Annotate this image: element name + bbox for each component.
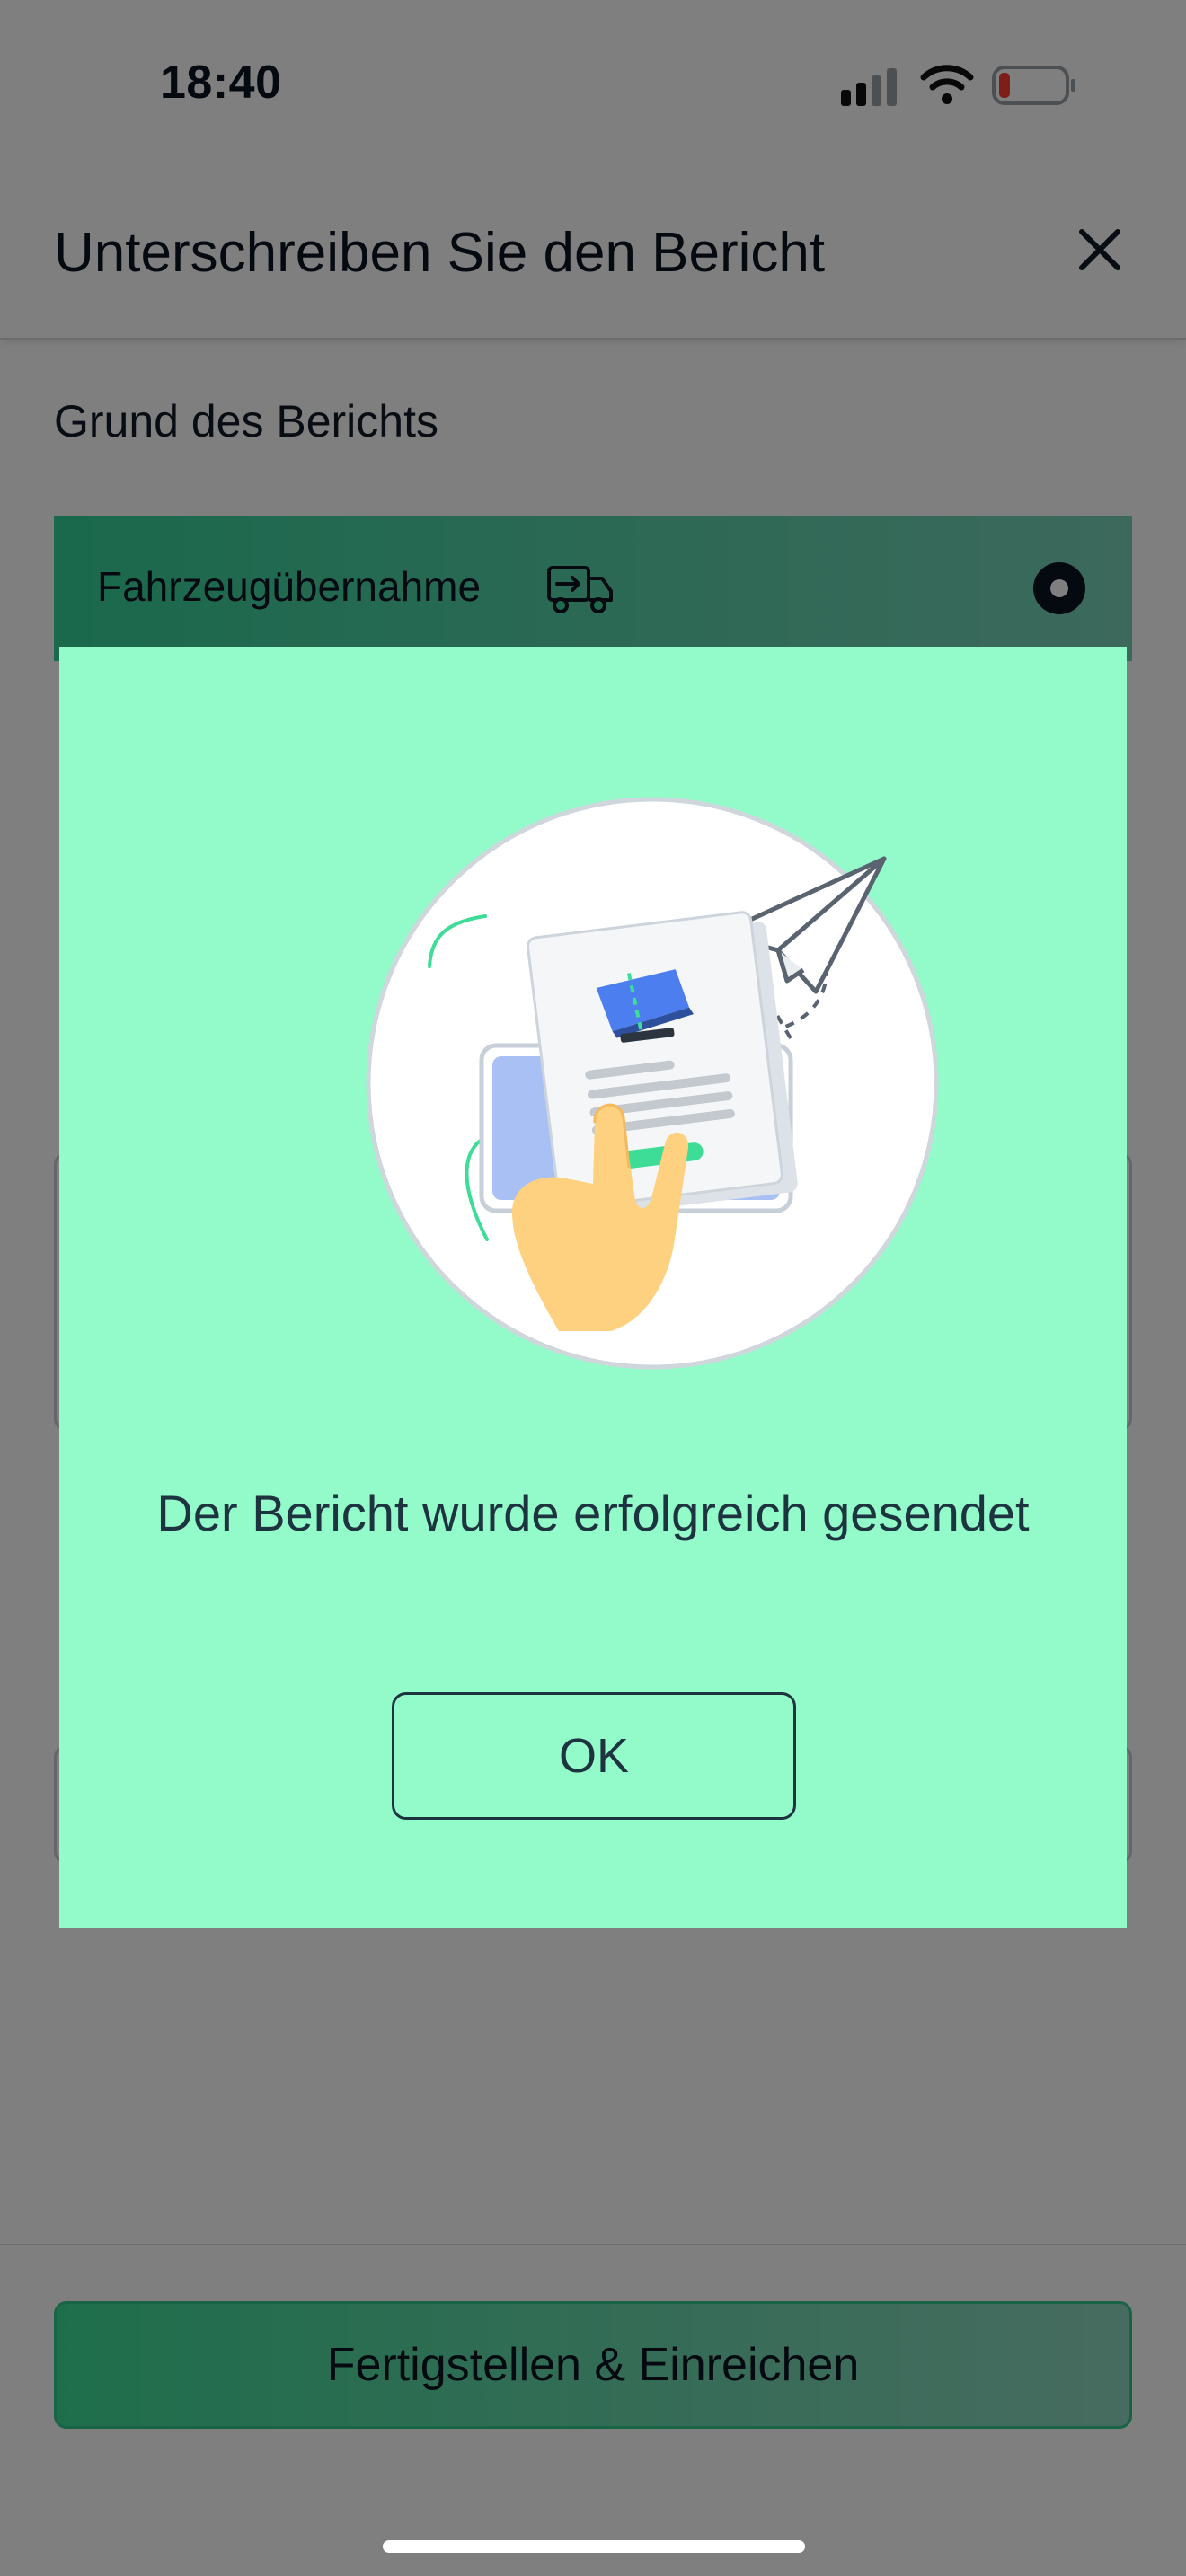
success-message: Der Bericht wurde erfolgreich gesendet [156, 1485, 1030, 1541]
document-sent-paper-plane-illustration [366, 797, 939, 1370]
success-dialog: Der Bericht wurde erfolgreich gesendet O… [59, 647, 1127, 1928]
home-indicator[interactable] [383, 2540, 805, 2553]
ok-button[interactable]: OK [392, 1692, 796, 1820]
ok-button-label: OK [558, 1729, 630, 1783]
